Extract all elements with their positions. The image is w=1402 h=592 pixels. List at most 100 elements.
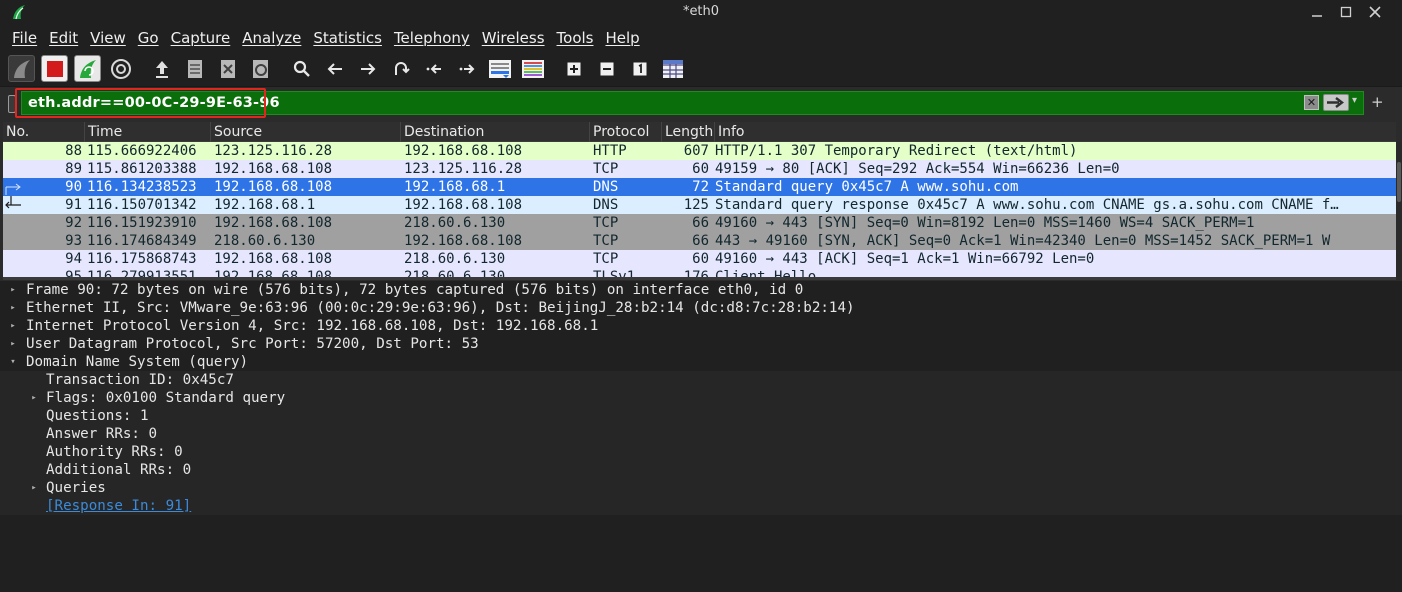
detail-tree-item[interactable]: Transaction ID: 0x45c7 (0, 371, 1402, 389)
go-to-packet-icon[interactable] (387, 55, 414, 82)
packet-cell-dst: 192.168.68.108 (404, 233, 523, 249)
menu-wireless[interactable]: Wireless (476, 29, 551, 47)
menu-tools[interactable]: Tools (551, 29, 600, 47)
packet-cell-no: 90 (65, 179, 82, 195)
minimize-icon[interactable] (1303, 2, 1331, 22)
reload-file-icon[interactable] (247, 55, 274, 82)
menu-help[interactable]: Help (599, 29, 645, 47)
detail-tree-item[interactable]: ▸ Internet Protocol Version 4, Src: 192.1… (0, 317, 1402, 335)
column-header-source[interactable]: Source (211, 122, 401, 142)
add-filter-button-icon[interactable]: + (1371, 93, 1384, 111)
menu-go[interactable]: Go (132, 29, 165, 47)
packet-row[interactable]: 89 115.861203388 192.168.68.108 123.125.116… (3, 160, 1396, 178)
detail-tree-item[interactable]: ▸ Ethernet II, Src: VMware_9e:63:96 (00:0… (0, 299, 1402, 317)
stop-capture-icon[interactable] (41, 55, 68, 82)
clear-filter-icon[interactable]: ✕ (1304, 95, 1319, 110)
normal-size-icon[interactable] (626, 55, 653, 82)
go-first-packet-icon[interactable] (420, 55, 447, 82)
packet-row[interactable]: 93 116.174684349 218.60.6.130 192.168.68.10… (3, 232, 1396, 250)
resize-columns-icon[interactable] (659, 55, 686, 82)
restart-capture-icon[interactable] (74, 55, 101, 82)
menu-bar: File Edit View Go Capture Analyze Statis… (0, 25, 1402, 51)
apply-filter-icon[interactable] (1323, 94, 1349, 111)
go-forward-icon[interactable] (354, 55, 381, 82)
collapsed-arrow-icon[interactable]: ▸ (7, 317, 19, 335)
detail-tree-item[interactable]: ▸ Frame 90: 72 bytes on wire (576 bits), … (0, 281, 1402, 299)
display-filter-input[interactable]: eth.addr==00-0C-29-9E-63-96 (21, 91, 1364, 115)
go-back-icon[interactable] (321, 55, 348, 82)
packet-cell-src: 218.60.6.130 (214, 233, 316, 249)
shark-fin-start-icon[interactable] (8, 55, 35, 82)
colorize-icon[interactable] (519, 55, 546, 82)
packet-cell-src: 123.125.116.28 (214, 143, 333, 159)
close-file-icon[interactable] (214, 55, 241, 82)
packet-row[interactable]: 92 116.151923910 192.168.68.108 218.60.6.13… (3, 214, 1396, 232)
detail-tree-item[interactable]: ▸ Queries (0, 479, 1402, 497)
menu-capture[interactable]: Capture (165, 29, 237, 47)
packet-row[interactable]: 94 116.175868743 192.168.68.108 218.60.6.13… (3, 250, 1396, 268)
packet-cell-len: 60 (692, 251, 709, 267)
column-header-info[interactable]: Info (715, 122, 1396, 142)
packet-cell-time: 115.861203388 (87, 161, 197, 177)
collapsed-arrow-icon[interactable]: ▸ (28, 389, 40, 407)
maximize-icon[interactable] (1332, 2, 1360, 22)
menu-file[interactable]: File (6, 29, 43, 47)
collapsed-arrow-icon[interactable]: ▸ (7, 281, 19, 299)
packet-row[interactable]: 90 116.134238523 192.168.68.108 192.168.68.… (3, 178, 1396, 196)
autoscroll-icon[interactable] (486, 55, 513, 82)
menu-statistics[interactable]: Statistics (307, 29, 388, 47)
packet-cell-time: 116.175868743 (87, 251, 197, 267)
packet-cell-no: 94 (65, 251, 82, 267)
detail-tree-item[interactable]: Additional RRs: 0 (0, 461, 1402, 479)
zoom-out-icon[interactable] (593, 55, 620, 82)
column-header-no[interactable]: No. (3, 122, 85, 142)
detail-tree-item[interactable]: ▸ User Datagram Protocol, Src Port: 57200… (0, 335, 1402, 353)
detail-tree-item[interactable]: ▸ Flags: 0x0100 Standard query (0, 389, 1402, 407)
pane-splitter[interactable] (3, 277, 1396, 280)
packet-cell-len: 176 (683, 269, 709, 277)
filter-bookmark-icon[interactable] (8, 95, 16, 113)
menu-telephony[interactable]: Telephony (388, 29, 476, 47)
detail-tree-item[interactable]: Authority RRs: 0 (0, 443, 1402, 461)
collapsed-arrow-icon[interactable]: ▸ (7, 299, 19, 317)
packet-cell-len: 60 (692, 161, 709, 177)
packet-cell-dst: 218.60.6.130 (404, 251, 506, 267)
packet-cell-info: HTTP/1.1 307 Temporary Redirect (text/ht… (715, 143, 1078, 159)
filter-history-dropdown-icon[interactable]: ▾ (1352, 95, 1362, 109)
column-header-destination[interactable]: Destination (401, 122, 590, 142)
packet-row[interactable]: 95 116.279913551 192.168.68.108 218.60.6.13… (3, 268, 1396, 277)
detail-tree-item[interactable]: Questions: 1 (0, 407, 1402, 425)
packet-cell-proto: TCP (593, 251, 619, 267)
column-header-length[interactable]: Length (662, 122, 715, 142)
capture-options-gear-icon[interactable] (107, 55, 134, 82)
go-last-packet-icon[interactable] (453, 55, 480, 82)
detail-tree-item[interactable]: ▾ Domain Name System (query) (0, 353, 1402, 371)
packet-cell-time: 116.151923910 (87, 215, 197, 231)
expanded-arrow-icon[interactable]: ▾ (7, 353, 19, 371)
packet-cell-time: 116.134238523 (87, 179, 197, 195)
detail-tree-label: Flags: 0x0100 Standard query (46, 390, 286, 406)
detail-tree-item[interactable]: [Response In: 91] (0, 497, 1402, 515)
detail-tree-label: Ethernet II, Src: VMware_9e:63:96 (00:0c… (26, 300, 855, 316)
zoom-in-icon[interactable] (560, 55, 587, 82)
column-header-time[interactable]: Time (85, 122, 211, 142)
detail-tree-label: Questions: 1 (46, 408, 149, 424)
packet-row[interactable]: 91 116.150701342 192.168.68.1 192.168.68.10… (3, 196, 1396, 214)
save-file-icon[interactable] (181, 55, 208, 82)
packet-cell-len: 607 (683, 143, 709, 159)
menu-edit[interactable]: Edit (43, 29, 84, 47)
detail-tree-item[interactable]: Answer RRs: 0 (0, 425, 1402, 443)
menu-analyze[interactable]: Analyze (236, 29, 307, 47)
collapsed-arrow-icon[interactable]: ▸ (28, 479, 40, 497)
scrollbar-thumb[interactable] (1397, 162, 1401, 202)
menu-view[interactable]: View (84, 29, 132, 47)
column-header-protocol[interactable]: Protocol (590, 122, 662, 142)
packet-cell-dst: 218.60.6.130 (404, 269, 506, 277)
response-in-link[interactable]: [Response In: 91] (46, 498, 191, 514)
open-file-icon[interactable] (148, 55, 175, 82)
close-icon[interactable] (1361, 2, 1389, 22)
packet-list-scrollbar[interactable] (1396, 142, 1402, 277)
packet-row[interactable]: 88 115.666922406 123.125.116.28 192.168.68.… (3, 142, 1396, 160)
collapsed-arrow-icon[interactable]: ▸ (7, 335, 19, 353)
find-packet-icon[interactable] (288, 55, 315, 82)
